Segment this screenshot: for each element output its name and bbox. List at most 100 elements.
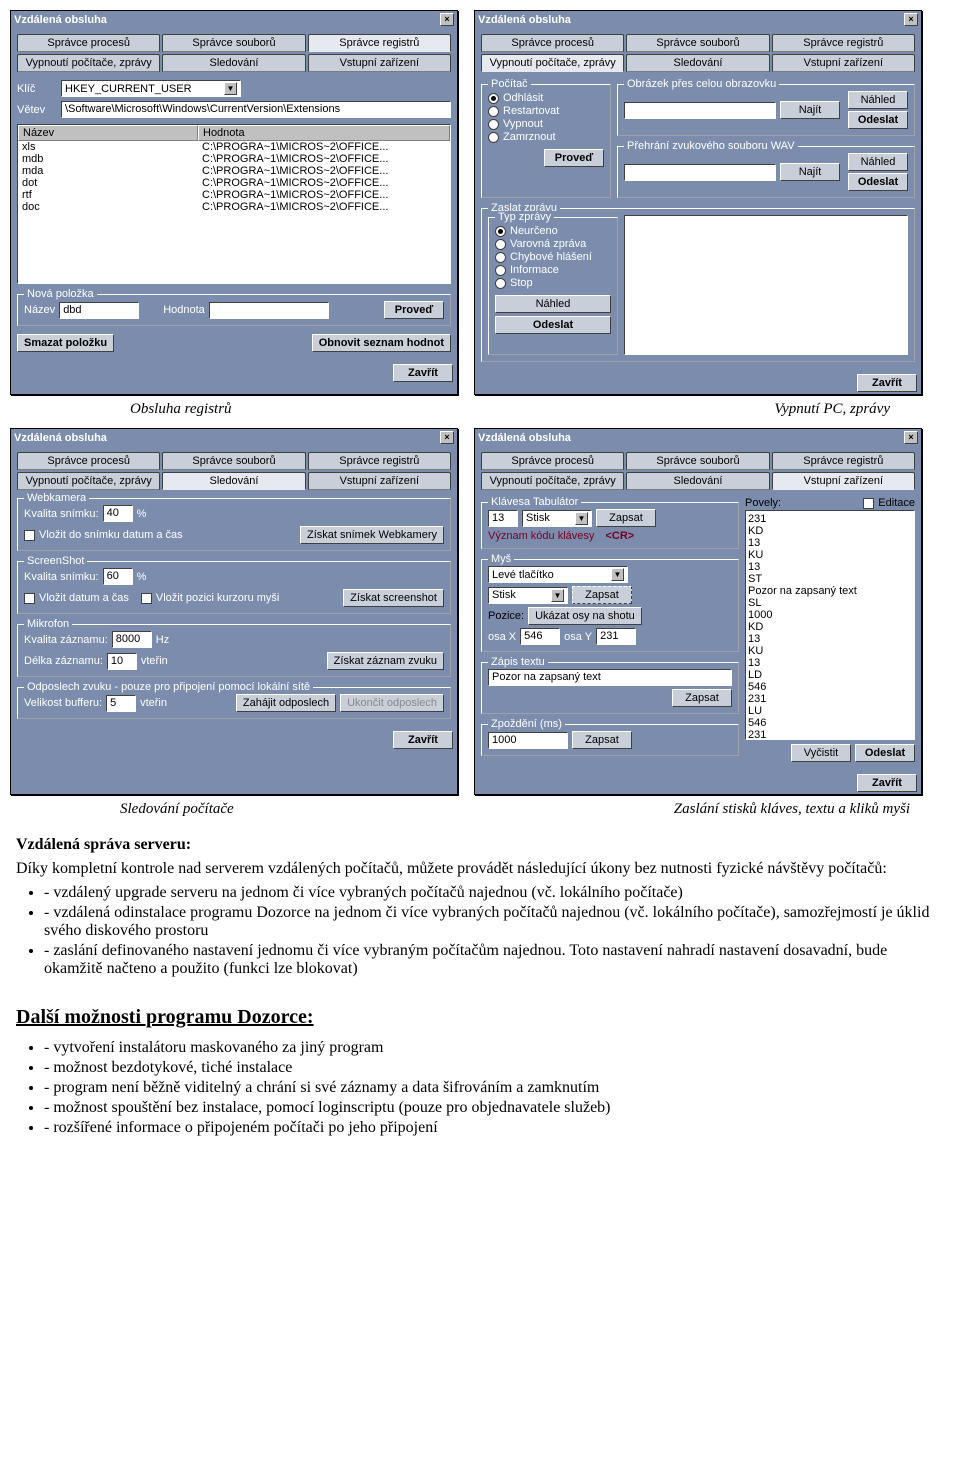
chevron-down-icon[interactable]: ▼ — [575, 512, 588, 525]
close-icon[interactable]: × — [440, 431, 454, 444]
delete-item-button[interactable]: Smazat položku — [17, 334, 114, 352]
titlebar[interactable]: Vzdálená obsluha × — [475, 11, 921, 28]
osay-input[interactable]: 231 — [596, 628, 636, 645]
tab-shutdown[interactable]: Vypnoutí počítače, zprávy — [481, 472, 624, 490]
commands-list[interactable]: 231KD13KU13STPozor na zapsaný textSL1000… — [745, 510, 915, 740]
tab-input[interactable]: Vstupní zařízení — [308, 54, 451, 72]
start-listen-button[interactable]: Zahájit odposlech — [236, 694, 336, 712]
list-item[interactable]: KU — [748, 645, 912, 657]
radio-shutdown[interactable]: Vypnout — [488, 118, 604, 130]
mouse-button-select[interactable]: Levé tlačítko▼ — [488, 566, 628, 583]
webcam-quality-input[interactable]: 40 — [103, 505, 133, 522]
list-item[interactable]: 546 — [748, 717, 912, 729]
osax-input[interactable]: 546 — [520, 628, 560, 645]
delay-input[interactable]: 1000 — [488, 732, 568, 749]
titlebar[interactable]: Vzdálená obsluha × — [11, 11, 457, 28]
buffer-input[interactable]: 5 — [106, 695, 136, 712]
registry-list[interactable]: Název Hodnota xlsC:\PROGRA~1\MICROS~2\OF… — [17, 124, 451, 284]
action-select[interactable]: Stisk▼ — [522, 510, 592, 527]
text-input[interactable]: Pozor na zapsaný text — [488, 669, 732, 686]
tab-processes[interactable]: Správce procesů — [481, 452, 624, 470]
value-input[interactable] — [209, 302, 329, 319]
titlebar[interactable]: Vzdálená obsluha × — [475, 429, 921, 446]
radio-freeze[interactable]: Zamrznout — [488, 131, 604, 143]
send-button[interactable]: Odeslat — [495, 316, 611, 334]
chevron-down-icon[interactable]: ▼ — [551, 589, 564, 602]
close-button[interactable]: Zavřít — [393, 364, 453, 382]
write-button[interactable]: Zapsat — [672, 689, 732, 707]
list-item[interactable]: 231 — [748, 729, 912, 740]
tab-registry[interactable]: Správce registrů — [772, 34, 915, 52]
list-item[interactable]: 1000 — [748, 609, 912, 621]
tab-files[interactable]: Správce souborů — [626, 452, 769, 470]
refresh-list-button[interactable]: Obnovit seznam hodnot — [312, 334, 451, 352]
show-axes-button[interactable]: Ukázat osy na shotu — [528, 607, 642, 625]
tab-files[interactable]: Správce souborů — [162, 34, 305, 52]
list-item[interactable]: 231 — [748, 693, 912, 705]
branch-input[interactable]: \Software\Microsoft\Windows\CurrentVersi… — [61, 101, 451, 118]
rec-length-input[interactable]: 10 — [107, 653, 137, 670]
radio-stop[interactable]: Stop — [495, 277, 611, 289]
list-item[interactable]: LU — [748, 705, 912, 717]
list-item[interactable]: 13 — [748, 561, 912, 573]
tab-processes[interactable]: Správce procesů — [17, 34, 160, 52]
check-edit[interactable]: Editace — [863, 497, 915, 509]
tab-monitoring[interactable]: Sledování — [162, 472, 305, 490]
close-icon[interactable]: × — [904, 431, 918, 444]
preview-button[interactable]: Náhled — [848, 153, 908, 171]
tab-registry[interactable]: Správce registrů — [772, 452, 915, 470]
list-item[interactable]: 13 — [748, 537, 912, 549]
check-insert-cursor[interactable]: ✓Vložit pozici kurzoru myši — [141, 592, 279, 604]
rec-quality-input[interactable]: 8000 — [112, 631, 152, 648]
list-item[interactable]: 13 — [748, 633, 912, 645]
list-item[interactable]: LD — [748, 669, 912, 681]
tab-input[interactable]: Vstupní zařízení — [772, 54, 915, 72]
tab-processes[interactable]: Správce procesů — [17, 452, 160, 470]
radio-restart[interactable]: Restartovat — [488, 105, 604, 117]
message-textarea[interactable] — [624, 215, 908, 355]
write-button[interactable]: Zapsat — [572, 731, 632, 749]
close-button[interactable]: Zavřít — [857, 374, 917, 392]
name-input[interactable]: dbd — [59, 302, 139, 319]
get-webcam-button[interactable]: Získat snímek Webkamery — [300, 526, 444, 544]
tab-files[interactable]: Správce souborů — [626, 34, 769, 52]
titlebar[interactable]: Vzdálená obsluha × — [11, 429, 457, 446]
tab-registry[interactable]: Správce registrů — [308, 452, 451, 470]
key-select[interactable]: HKEY_CURRENT_USER ▼ — [61, 80, 241, 97]
send-button[interactable]: Odeslat — [848, 173, 908, 191]
tab-monitoring[interactable]: Sledování — [626, 472, 769, 490]
radio-error[interactable]: Chybové hlášení — [495, 251, 611, 263]
chevron-down-icon[interactable]: ▼ — [224, 82, 237, 95]
col-name[interactable]: Název — [18, 125, 198, 141]
tab-monitoring[interactable]: Sledování — [162, 54, 305, 72]
tab-processes[interactable]: Správce procesů — [481, 34, 624, 52]
preview-button[interactable]: Náhled — [848, 91, 908, 109]
col-value[interactable]: Hodnota — [198, 125, 450, 141]
tab-shutdown[interactable]: Vypnoutí počítače, zprávy — [17, 54, 160, 72]
close-icon[interactable]: × — [440, 13, 454, 26]
radio-neurceno[interactable]: Neurčeno — [495, 225, 611, 237]
list-item[interactable]: SL — [748, 597, 912, 609]
list-item[interactable]: KD — [748, 525, 912, 537]
send-button[interactable]: Odeslat — [848, 111, 908, 129]
list-item[interactable]: KD — [748, 621, 912, 633]
find-button[interactable]: Najít — [780, 163, 840, 181]
wav-path-input[interactable] — [624, 164, 776, 181]
close-icon[interactable]: × — [904, 13, 918, 26]
screenshot-quality-input[interactable]: 60 — [103, 568, 133, 585]
get-audio-button[interactable]: Získat záznam zvuku — [327, 652, 444, 670]
list-item[interactable]: Pozor na zapsaný text — [748, 585, 912, 597]
tab-monitoring[interactable]: Sledování — [626, 54, 769, 72]
execute-button[interactable]: Proveď — [384, 301, 444, 319]
radio-logout[interactable]: Odhlásit — [488, 92, 604, 104]
write-button[interactable]: Zapsat — [596, 509, 656, 527]
tab-shutdown[interactable]: Vypnoutí počítače, zprávy — [17, 472, 160, 490]
execute-button[interactable]: Proveď — [544, 149, 604, 167]
clear-button[interactable]: Vyčistit — [791, 744, 851, 762]
close-button[interactable]: Zavřít — [857, 774, 917, 792]
close-button[interactable]: Zavřít — [393, 731, 453, 749]
chevron-down-icon[interactable]: ▼ — [611, 568, 624, 581]
get-screenshot-button[interactable]: Získat screenshot — [343, 589, 444, 607]
tab-files[interactable]: Správce souborů — [162, 452, 305, 470]
send-button[interactable]: Odeslat — [855, 744, 915, 762]
